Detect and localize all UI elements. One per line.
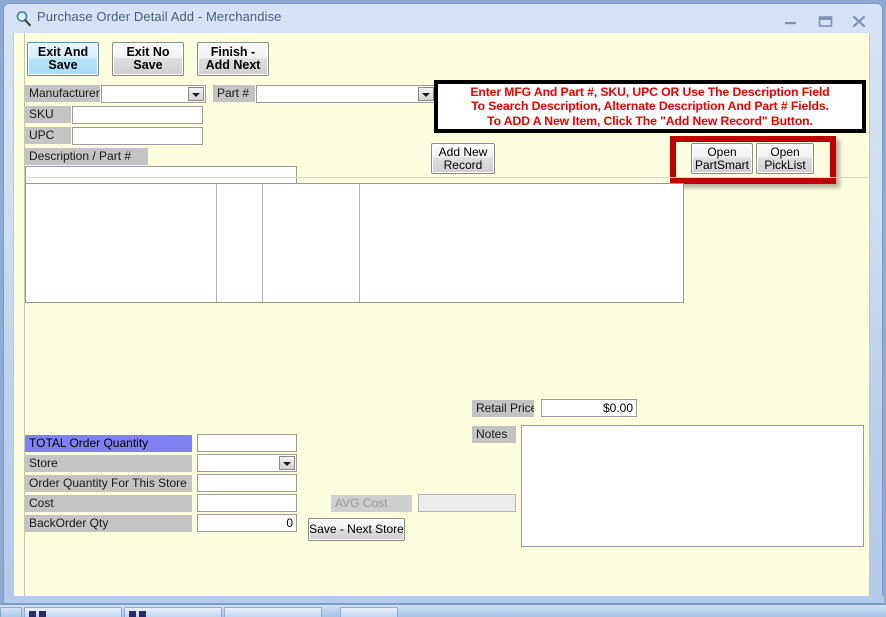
title-bar[interactable]: Purchase Order Detail Add - Merchandise bbox=[4, 4, 882, 32]
instruction-line-2: To Search Description, Alternate Descrip… bbox=[471, 99, 829, 114]
open-picklist-button[interactable]: Open PickList bbox=[756, 143, 814, 174]
taskbar-item[interactable] bbox=[124, 607, 222, 617]
part-number-label: Part # bbox=[213, 85, 255, 102]
notes-label: Notes bbox=[472, 426, 516, 443]
instruction-line-1: Enter MFG And Part #, SKU, UPC OR Use Th… bbox=[470, 84, 830, 99]
total-order-quantity-input[interactable] bbox=[197, 434, 297, 452]
avg-cost-input bbox=[418, 494, 516, 512]
maximize-icon[interactable] bbox=[811, 13, 839, 29]
app-icon bbox=[39, 611, 46, 617]
instruction-line-3: To ADD A New Item, Click The "Add New Re… bbox=[487, 113, 813, 128]
screen: Purchase Order Detail Add - Merchandise bbox=[0, 0, 886, 617]
description-input[interactable] bbox=[25, 166, 297, 184]
form-client-area: Exit And Save Exit No Save Finish - Add … bbox=[24, 33, 870, 598]
taskbar-start-button[interactable] bbox=[0, 607, 22, 617]
magnifier-icon bbox=[15, 10, 32, 27]
exit-and-save-button[interactable]: Exit And Save bbox=[27, 42, 99, 76]
grid-column-divider bbox=[359, 184, 360, 302]
taskbar-item[interactable] bbox=[340, 607, 398, 617]
chevron-down-icon[interactable] bbox=[279, 456, 295, 470]
backorder-quantity-label: BackOrder Qty bbox=[25, 515, 192, 532]
backorder-quantity-input[interactable]: 0 bbox=[197, 514, 297, 532]
manufacturer-combo[interactable] bbox=[101, 85, 206, 103]
sku-label: SKU bbox=[25, 106, 71, 123]
total-order-quantity-label: TOTAL Order Quantity bbox=[25, 435, 192, 452]
save-next-store-button[interactable]: Save - Next Store bbox=[308, 518, 405, 541]
taskbar[interactable] bbox=[0, 604, 886, 617]
search-results-grid[interactable] bbox=[25, 183, 684, 303]
order-quantity-for-store-label: Order Quantity For This Store bbox=[25, 475, 192, 492]
app-icon bbox=[129, 611, 136, 617]
taskbar-item[interactable] bbox=[24, 607, 122, 617]
section-divider bbox=[25, 177, 869, 178]
taskbar-item[interactable] bbox=[224, 607, 322, 617]
app-icon bbox=[29, 611, 36, 617]
grid-column-divider bbox=[216, 184, 217, 302]
exit-no-save-button[interactable]: Exit No Save bbox=[112, 42, 184, 76]
chevron-down-icon[interactable] bbox=[418, 87, 434, 101]
part-number-combo[interactable] bbox=[256, 85, 436, 103]
add-new-record-button[interactable]: Add New Record bbox=[431, 143, 495, 174]
instruction-callout: Enter MFG And Part #, SKU, UPC OR Use Th… bbox=[434, 80, 866, 133]
window-status-strip bbox=[4, 596, 884, 603]
open-partsmart-button[interactable]: Open PartSmart bbox=[691, 143, 753, 174]
upc-input[interactable] bbox=[72, 127, 203, 145]
store-combo[interactable] bbox=[197, 454, 297, 472]
grid-column-divider bbox=[262, 184, 263, 302]
finish-add-next-button[interactable]: Finish - Add Next bbox=[197, 42, 269, 76]
retail-price-input[interactable]: $0.00 bbox=[541, 399, 637, 417]
close-icon[interactable] bbox=[845, 13, 873, 29]
cost-label: Cost bbox=[25, 495, 192, 512]
retail-price-label: Retail Price bbox=[472, 400, 534, 417]
minimize-icon[interactable] bbox=[776, 13, 804, 29]
application-window: Purchase Order Detail Add - Merchandise bbox=[3, 3, 884, 604]
app-icon bbox=[139, 611, 146, 617]
avg-cost-label: AVG Cost bbox=[331, 495, 412, 512]
manufacturer-label: Manufacturer bbox=[25, 85, 100, 102]
order-quantity-for-store-input[interactable] bbox=[197, 474, 297, 492]
cost-input[interactable] bbox=[197, 494, 297, 512]
store-label: Store bbox=[25, 455, 192, 472]
description-label: Description / Part # bbox=[25, 148, 148, 165]
window-title: Purchase Order Detail Add - Merchandise bbox=[37, 9, 282, 24]
chevron-down-icon[interactable] bbox=[188, 87, 204, 101]
upc-label: UPC bbox=[25, 127, 71, 144]
notes-textarea[interactable] bbox=[521, 425, 864, 547]
sku-input[interactable] bbox=[72, 106, 203, 124]
